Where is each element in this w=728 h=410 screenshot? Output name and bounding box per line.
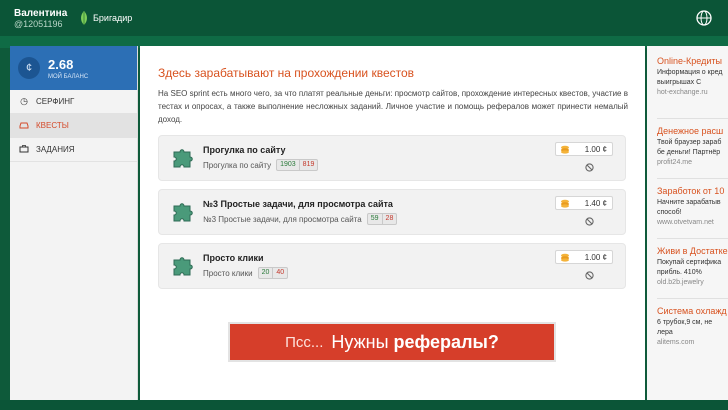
coins-icon [561, 199, 569, 208]
quest-subtitle-text: Прогулка по сайту [203, 160, 272, 170]
ad-desc: Начните зарабатыв [657, 199, 721, 206]
count-fail: 28 [385, 215, 394, 222]
ad-item[interactable]: Online-Кредиты Информация о кред выигрыш… [657, 56, 728, 98]
sidebar: ¢ 2.68 МОЙ БАЛАНС ◷ СЕРФИНГ КВЕСТЫ ЗАДАН… [10, 46, 138, 400]
ad-desc: Информация о кред [657, 69, 723, 76]
globe-icon[interactable] [696, 10, 712, 26]
ad-item[interactable]: Денежное расш Твой браузер зараб бе день… [657, 126, 728, 168]
sidebar-item-label: ЗАДАНИЯ [36, 145, 75, 154]
ad-url[interactable]: profit24.me [657, 158, 728, 168]
puzzle-icon [173, 149, 193, 168]
ad-desc: бе деньги! Партнёр [657, 149, 721, 156]
sidebar-item-tasks[interactable]: ЗАДАНИЯ [10, 138, 137, 162]
quest-title[interactable]: №3 Простые задачи, для просмотра сайта [203, 199, 393, 209]
ad-divider [657, 238, 728, 239]
leaf-icon [81, 11, 87, 25]
ads-column: Online-Кредиты Информация о кред выигрыш… [647, 46, 728, 400]
quest-card[interactable]: Просто клики Просто клики 20 40 1.00 ¢ [158, 243, 626, 289]
user-name[interactable]: Валентина [14, 8, 67, 19]
quest-subtitle: Просто клики 20 40 [203, 267, 289, 279]
main-content: Здесь зарабатывают на прохождении квесто… [140, 46, 645, 400]
ad-divider [657, 118, 728, 119]
block-icon[interactable] [585, 217, 594, 226]
puzzle-icon [173, 203, 193, 222]
coins-icon [561, 145, 569, 154]
cent-icon: ¢ [18, 57, 40, 79]
quest-subtitle-text: Просто клики [203, 268, 253, 278]
ad-desc: способ! [657, 209, 682, 216]
ad-desc: Покупай сертифика [657, 259, 722, 266]
quest-card[interactable]: Прогулка по сайту Прогулка по сайту 1903… [158, 135, 626, 181]
ad-desc: 6 трубок,9 см, не [657, 319, 713, 326]
count-fail: 819 [302, 161, 315, 168]
ad-url[interactable]: old.b2b.jewelry [657, 278, 728, 288]
rank-label: Бригадир [93, 13, 133, 23]
user-rank[interactable]: Бригадир [80, 10, 132, 26]
ad-item[interactable]: Живи в Достатке Покупай сертифика прибль… [657, 246, 728, 288]
briefcase-icon [18, 144, 30, 155]
ad-url[interactable]: hot-exchange.ru [657, 88, 728, 98]
block-icon[interactable] [585, 271, 594, 280]
banner-part3: рефералы? [393, 331, 499, 352]
ad-divider [657, 298, 728, 299]
puzzle-icon [173, 257, 193, 276]
balance-value: 2.68 [48, 56, 74, 72]
sidebar-item-label: СЕРФИНГ [36, 97, 75, 106]
price-value: 1.00 ¢ [584, 252, 607, 262]
quest-title[interactable]: Просто клики [203, 253, 264, 263]
quest-counter: 59 28 [366, 213, 398, 225]
ad-desc: лера [657, 329, 673, 336]
bottom-band [0, 400, 728, 410]
balance-label: МОЙ БАЛАНС [48, 73, 89, 80]
clock-icon: ◷ [20, 96, 28, 106]
user-id: @12051196 [14, 19, 63, 29]
page-title: Здесь зарабатывают на прохождении квесто… [158, 66, 415, 80]
ad-url[interactable]: www.otvetvam.net [657, 218, 728, 228]
ad-desc: выигрышах С [657, 79, 702, 86]
count-done: 59 [368, 214, 383, 224]
coins-icon [561, 253, 569, 262]
banner-part2: Нужны [331, 331, 389, 352]
quest-counter: 1903 819 [276, 159, 319, 171]
block-icon[interactable] [585, 163, 594, 172]
sidebar-item-quests[interactable]: КВЕСТЫ [10, 114, 137, 138]
ad-desc: прибль. 410% [657, 269, 702, 276]
count-done: 1903 [277, 160, 300, 170]
ad-title[interactable]: Денежное расш [657, 126, 728, 136]
ad-divider [657, 178, 728, 179]
ad-title[interactable]: Живи в Достатке [657, 246, 728, 256]
ad-title[interactable]: Заработок от 10 [657, 186, 728, 196]
price-value: 1.40 ¢ [584, 198, 607, 208]
count-fail: 40 [276, 269, 285, 276]
quest-subtitle-text: №3 Простые задачи, для просмотра сайта [203, 214, 362, 224]
quest-subtitle: Прогулка по сайту 1903 819 [203, 159, 319, 171]
ad-desc: Твой браузер зараб [657, 139, 722, 146]
price-button[interactable]: 1.00 ¢ [555, 250, 613, 264]
top-bar: Валентина @12051196 Бригадир [0, 0, 728, 36]
quest-title[interactable]: Прогулка по сайту [203, 145, 286, 155]
car-icon [18, 121, 30, 131]
quest-counter: 20 40 [257, 267, 289, 279]
quest-subtitle: №3 Простые задачи, для просмотра сайта 5… [203, 213, 398, 225]
referrals-banner[interactable]: Псс... Нужны рефералы? [228, 322, 556, 362]
balance-panel[interactable]: ¢ 2.68 МОЙ БАЛАНС [10, 46, 137, 90]
quest-card[interactable]: №3 Простые задачи, для просмотра сайта №… [158, 189, 626, 235]
price-button[interactable]: 1.00 ¢ [555, 142, 613, 156]
banner-part1: Псс... [285, 333, 324, 351]
ad-url[interactable]: alitems.com [657, 338, 728, 348]
price-value: 1.00 ¢ [584, 144, 607, 154]
sidebar-item-label: КВЕСТЫ [36, 121, 69, 130]
sidebar-item-surfing[interactable]: ◷ СЕРФИНГ [10, 90, 137, 114]
ad-item[interactable]: Заработок от 10 Начните зарабатыв способ… [657, 186, 728, 228]
intro-text: На SEO sprint есть много чего, за что пл… [158, 89, 628, 124]
ad-item[interactable]: Система охлажд 6 трубок,9 см, не лера al… [657, 306, 728, 348]
count-done: 20 [259, 268, 274, 278]
ad-title[interactable]: Online-Кредиты [657, 56, 728, 66]
price-button[interactable]: 1.40 ¢ [555, 196, 613, 210]
ad-title[interactable]: Система охлажд [657, 306, 728, 316]
